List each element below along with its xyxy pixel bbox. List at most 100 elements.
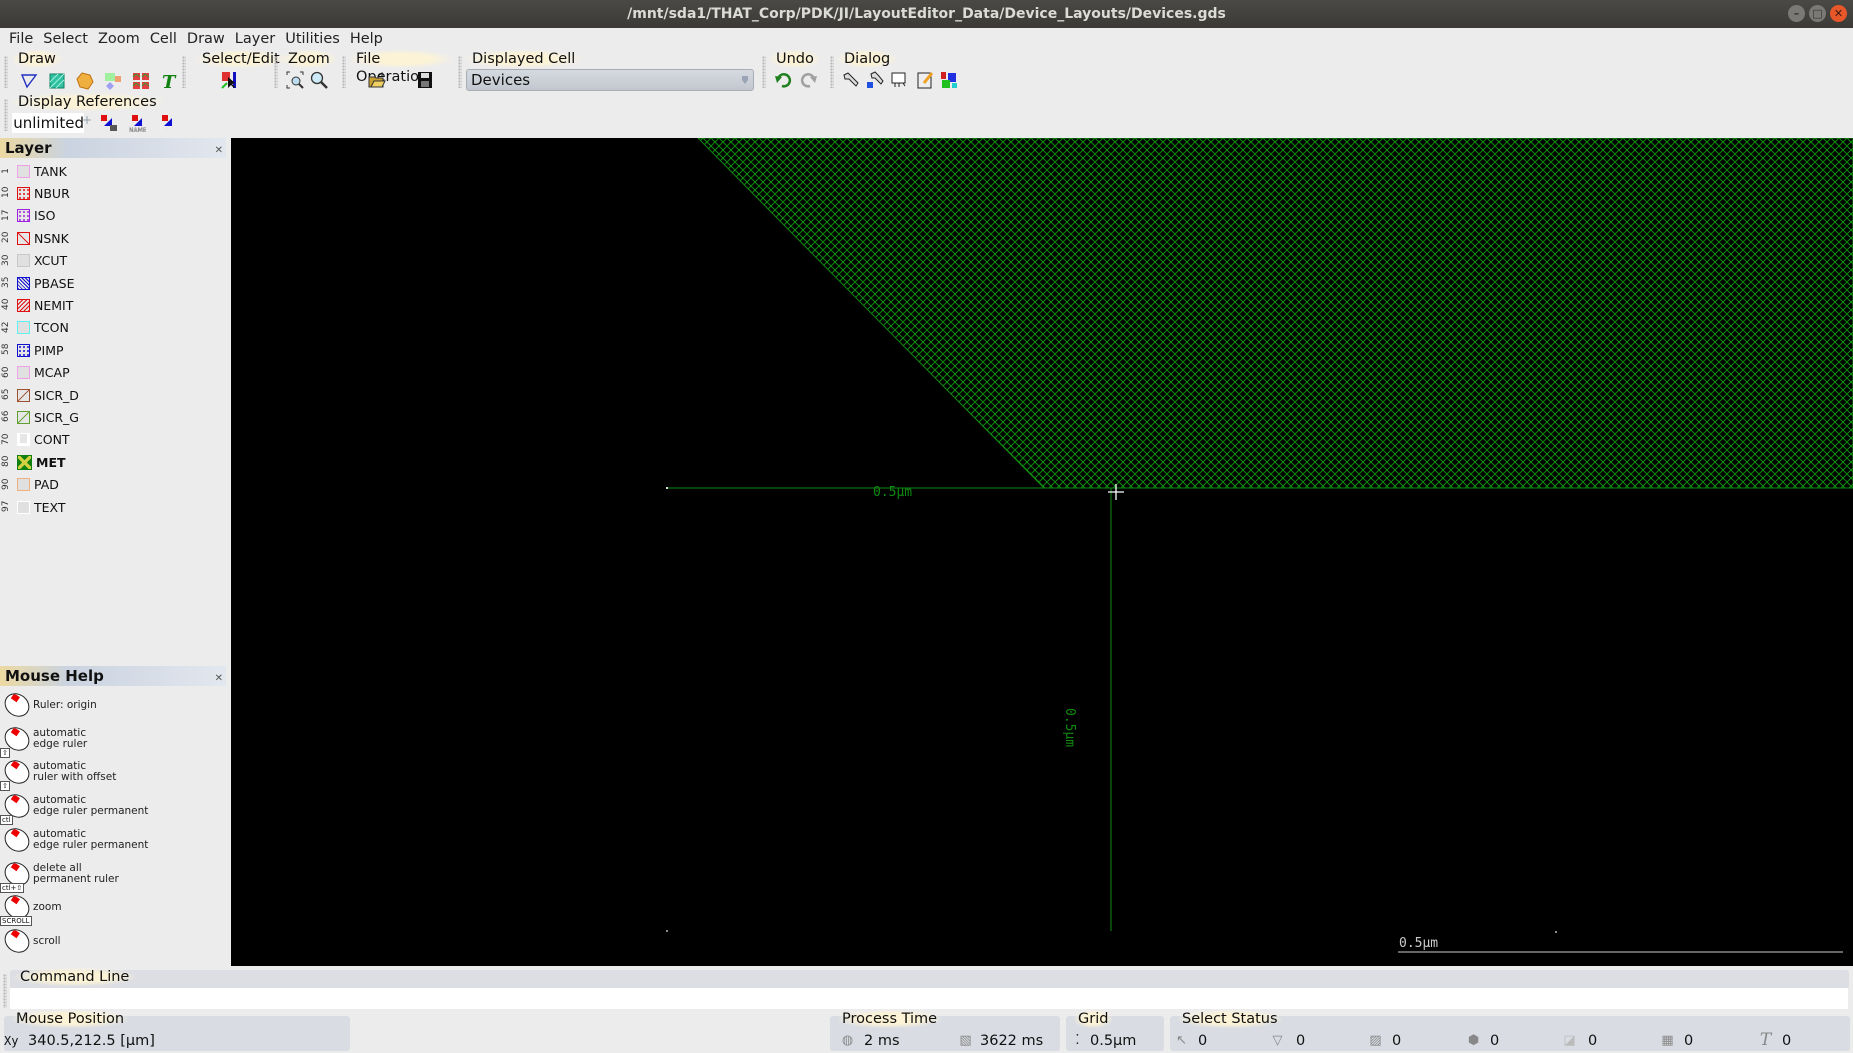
- layer-swatch-icon[interactable]: [17, 433, 30, 446]
- layer-name: PBASE: [34, 276, 75, 291]
- circle-icon[interactable]: [76, 72, 94, 90]
- layer-item-pbase[interactable]: 35PBASE: [0, 272, 226, 294]
- layer-swatch-icon[interactable]: [17, 389, 30, 402]
- toolbar-label: Displayed Cell: [466, 50, 581, 68]
- ruler-horizontal-label: 0.5µm: [873, 485, 912, 500]
- command-line-input[interactable]: [10, 988, 1848, 1009]
- ref-name-icon[interactable]: NAME: [128, 114, 146, 132]
- layout-canvas[interactable]: 0.5µm 0.5µm 0.5µm: [231, 138, 1853, 966]
- spinner-plus-icon[interactable]: +: [82, 113, 92, 127]
- menu-select[interactable]: Select: [42, 31, 97, 47]
- menu-utilities[interactable]: Utilities: [284, 31, 349, 47]
- display-references-input[interactable]: unlimited: [12, 113, 84, 133]
- layer-swatch-icon[interactable]: [17, 277, 30, 290]
- layer-swatch-icon[interactable]: [17, 455, 32, 470]
- layer-item-tcon[interactable]: 42TCON: [0, 317, 226, 339]
- layer-item-sicr_d[interactable]: 65SICR_D: [0, 384, 226, 406]
- layer-number: 17: [1, 211, 11, 221]
- menu-layer[interactable]: Layer: [234, 31, 284, 47]
- layer-swatch-icon[interactable]: [17, 209, 30, 222]
- layer-swatch-icon[interactable]: [17, 321, 30, 334]
- menu-draw[interactable]: Draw: [186, 31, 234, 47]
- layer-item-text[interactable]: 97TEXT: [0, 496, 226, 518]
- toolbar-grip[interactable]: [4, 56, 8, 88]
- toolbar-grip[interactable]: [3, 974, 7, 1008]
- panel-close-icon[interactable]: ✕: [215, 141, 223, 161]
- layer-item-mcap[interactable]: 60MCAP: [0, 362, 226, 384]
- command-line-label: Command Line: [14, 968, 135, 986]
- toolbar-grip[interactable]: [182, 56, 186, 88]
- layer-swatch-icon[interactable]: [17, 366, 30, 379]
- layer-item-pimp[interactable]: 58PIMP: [0, 339, 226, 361]
- layer-swatch-icon[interactable]: [17, 344, 30, 357]
- select-count: 0: [1782, 1032, 1791, 1050]
- layer-swatch-icon[interactable]: [17, 299, 30, 312]
- menu-help[interactable]: Help: [349, 31, 392, 47]
- ref-origin-icon[interactable]: [156, 114, 174, 132]
- layer-item-xcut[interactable]: 30XCUT: [0, 250, 226, 272]
- box-select-icon: ▨: [1368, 1033, 1383, 1048]
- toolbar-grip[interactable]: [274, 56, 278, 88]
- scale-bar-label: 0.5µm: [1399, 936, 1438, 951]
- layer-swatch-icon[interactable]: [17, 411, 30, 424]
- layer-swatch-icon[interactable]: [17, 232, 30, 245]
- layer-item-nsnk[interactable]: 20NSNK: [0, 227, 226, 249]
- notes-icon[interactable]: [916, 71, 934, 89]
- cell-ref-icon[interactable]: [104, 72, 122, 90]
- process-time-label: Process Time: [838, 1010, 941, 1028]
- layer-item-sicr_g[interactable]: 66SICR_G: [0, 406, 226, 428]
- layer-swatch-icon[interactable]: [17, 254, 30, 267]
- layer-item-tank[interactable]: 1TANK: [0, 160, 226, 182]
- mouse-help-item: SCROLLzoom: [0, 894, 226, 927]
- displayed-cell-dropdown[interactable]: Devices: [466, 69, 754, 91]
- cell-array-icon[interactable]: [132, 72, 150, 90]
- select-edit-icon[interactable]: [221, 71, 239, 89]
- mouse-help-item: scroll: [0, 928, 226, 961]
- layer-item-pad[interactable]: 90PAD: [0, 474, 226, 496]
- toolbar-grip[interactable]: [342, 56, 346, 88]
- menu-cell[interactable]: Cell: [149, 31, 186, 47]
- save-icon[interactable]: [416, 71, 434, 89]
- settings-wrench-icon[interactable]: [842, 71, 860, 89]
- layer-swatch-icon[interactable]: [17, 165, 30, 178]
- met-shape[interactable]: [698, 138, 1853, 488]
- open-folder-icon[interactable]: [368, 71, 386, 89]
- undo-icon[interactable]: [774, 71, 792, 89]
- menu-file[interactable]: File: [8, 31, 42, 47]
- toolbar-grip[interactable]: [830, 56, 834, 88]
- panel-close-icon[interactable]: ✕: [215, 669, 223, 689]
- grid-dot: [1555, 931, 1557, 933]
- zoom-magnifier-icon[interactable]: [310, 71, 328, 89]
- ref-level-icon[interactable]: [100, 114, 118, 132]
- layer-item-met[interactable]: 80MET: [0, 451, 226, 473]
- zoom-fit-icon[interactable]: [286, 71, 304, 89]
- layer-colors-icon[interactable]: [940, 71, 958, 89]
- box-icon[interactable]: [48, 72, 66, 90]
- grid-dot: [666, 930, 668, 932]
- mouse-help-text: ruler with offset: [33, 772, 116, 783]
- minimize-button[interactable]: –: [1788, 5, 1805, 22]
- layer-item-cont[interactable]: 70CONT: [0, 429, 226, 451]
- window-title: /mnt/sda1/THAT_Corp/PDK/JI/LayoutEditor_…: [627, 6, 1226, 22]
- mouse-dialog-icon[interactable]: [890, 71, 908, 89]
- mouse-help-item: ⇧automaticedge ruler: [0, 726, 226, 759]
- toolbar-grip[interactable]: [458, 56, 462, 88]
- maximize-button[interactable]: □: [1809, 5, 1826, 22]
- layer-item-nbur[interactable]: 10NBUR: [0, 182, 226, 204]
- close-button[interactable]: ✕: [1830, 5, 1847, 22]
- layer-item-iso[interactable]: 17ISO: [0, 205, 226, 227]
- layer-item-nemit[interactable]: 40NEMIT: [0, 294, 226, 316]
- menu-zoom[interactable]: Zoom: [97, 31, 149, 47]
- polygon-icon[interactable]: [20, 72, 38, 90]
- layer-name: NBUR: [34, 186, 70, 201]
- layer-swatch-icon[interactable]: [17, 478, 30, 491]
- redo-icon[interactable]: [800, 71, 818, 89]
- layer-number: 1: [1, 166, 11, 176]
- layer-number: 70: [1, 435, 11, 445]
- toolbar-grip[interactable]: [762, 56, 766, 88]
- text-icon[interactable]: T: [160, 72, 178, 90]
- layer-settings-icon[interactable]: [866, 71, 884, 89]
- layer-swatch-icon[interactable]: [17, 187, 30, 200]
- toolbar-grip[interactable]: [4, 99, 8, 131]
- layer-swatch-icon[interactable]: [17, 501, 30, 514]
